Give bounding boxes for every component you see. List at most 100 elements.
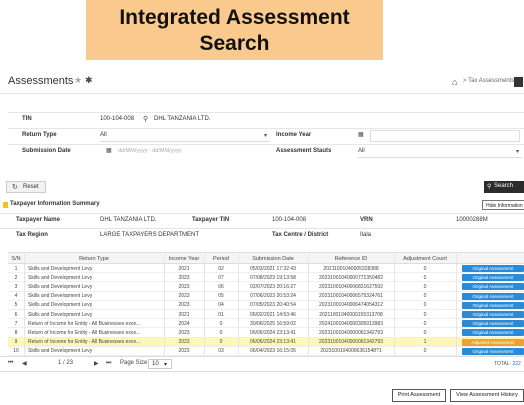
adjusted-assessment-button[interactable]: Adjusted Assessment [462,338,524,346]
cell-period: 0 [219,329,223,336]
chevron-down-icon[interactable]: ▾ [264,132,267,139]
view-assessment-history-button[interactable]: View Assessment History [450,389,524,402]
search-icon[interactable]: ⚲ [143,115,148,123]
cell-date: 07/05/2023 20:40:54 [250,302,296,309]
prev-page-icon[interactable]: ◀ [22,360,27,367]
assessment-status-select[interactable]: All [358,147,522,158]
calendar-icon[interactable]: ▦ [358,131,364,138]
original-assessment-button[interactable]: Original Assessment [462,347,524,355]
original-assessment-button[interactable]: Original Assessment [462,283,524,291]
cell-adj: 0 [423,329,427,336]
col-submission-date[interactable]: Submission Date [238,256,308,262]
cell-ref: 20231001040006575324761 [319,293,383,300]
submission-date-input[interactable]: dd/MM/yyyy - dd/MM/yyyy [116,146,276,158]
col-return-type[interactable]: Return Type [24,256,164,262]
cell-sn: 8 [14,329,18,336]
col-reference-id[interactable]: Reference ID [308,256,394,262]
income-year-input[interactable] [370,130,520,142]
page-size-select[interactable]: 10 ▾ [148,359,172,369]
table-row[interactable]: 6 Skills and Development Levy 2021 01 06/02/… [8,310,524,320]
cell-ref: 20231001040000061342793 [319,329,383,336]
cell-date: 06/06/2024 23:13:41 [250,329,296,336]
col-sn[interactable]: S/N [8,256,24,262]
pin-icon[interactable]: ✱ [85,75,93,86]
breadcrumb[interactable]: > Tax Assessments [463,78,514,84]
refresh-icon: ↻ [12,184,18,191]
print-assessment-button[interactable]: Print Assessment [392,389,446,402]
cell-ref: 20211001040000155313708 [319,311,383,318]
original-assessment-button[interactable]: Original Assessment [462,274,524,282]
return-type-value: All [100,132,107,138]
tax-region-label: Tax Region [16,232,48,238]
cell-period: 0 [219,339,223,346]
table-row[interactable]: 8 Return of Income for Entity - All Busin… [8,328,524,338]
original-assessment-button[interactable]: Original Assessment [462,320,524,328]
table-row[interactable]: 2 Skills and Development Levy 2023 07 07/08/… [8,273,524,283]
cell-type: Skills and Development Levy [28,293,93,300]
reset-button[interactable]: ↻ Reset [6,181,46,193]
cell-year: 2023 [178,329,190,336]
last-page-icon[interactable]: ⏭ [106,360,111,367]
taxpayer-tin-label: Taxpayer TIN [192,217,230,223]
cell-date: 07/06/2023 20:53:24 [250,293,296,300]
menu-button[interactable] [514,77,523,87]
original-assessment-button[interactable]: Original Assessment [462,292,524,300]
col-income-year[interactable]: Income Year [164,256,204,262]
tax-centre-label: Tax Centre / District [272,232,329,238]
original-assessment-button[interactable]: Original Assessment [462,311,524,318]
cell-year: 2023 [178,302,190,309]
page-size-value: 10 [152,361,159,367]
cell-period: 01 [218,311,224,318]
tin-label: TIN [22,116,32,122]
column-divider [204,252,205,356]
home-icon[interactable]: ⌂ [452,77,457,87]
taxpayer-tin: 100-104-008 [272,217,307,223]
cell-adj: 0 [423,265,427,272]
cell-type: Skills and Development Levy [28,302,93,309]
column-divider [394,252,395,356]
star-icon[interactable]: ★ [74,75,82,86]
cell-ref: 20231001040000061342793 [319,339,383,346]
cell-sn: 2 [14,274,18,281]
cell-ref: 20231001040000771350482 [319,274,383,281]
table-row[interactable]: 10 Skills and Development Levy 2023 03 06/04… [8,347,524,356]
cell-adj: 0 [423,348,427,355]
cell-period: 04 [218,302,224,309]
table-row[interactable]: 7 Return of Income for Entity - All Busin… [8,319,524,329]
cell-date: 07/08/2023 19:13:58 [250,274,296,281]
next-page-icon[interactable]: ▶ [94,360,99,367]
cell-sn: 1 [14,265,18,272]
table-row[interactable]: 1 Skills and Development Levy 2021 02 05/03/… [8,264,524,274]
column-divider [24,252,25,356]
original-assessment-button[interactable]: Original Assessment [462,265,524,272]
table-row[interactable]: 3 Skills and Development Levy 2023 06 02/07/… [8,282,524,292]
tin-row: TIN 100-104-008 ⚲ DHL TANZANIA LTD. [8,112,524,127]
cell-sn: 6 [14,311,18,318]
table-row[interactable]: 9 Return of Income for Entity - All Busin… [8,337,524,347]
cell-adj: 0 [423,302,427,309]
total-label: TOTAL: [494,361,512,367]
tin-field[interactable]: 100-104-008 [100,116,134,122]
taxpayer-name: DHL TANZANIA LTD. [100,217,157,223]
original-assessment-button[interactable]: Original Assessment [462,329,524,337]
table-row[interactable]: 4 Skills and Development Levy 2023 05 07/06/… [8,292,524,301]
summary-title: Taxpayer Information Summary [10,201,100,207]
hide-information-button[interactable]: Hide Information [482,200,524,210]
cell-type: Skills and Development Levy [28,283,93,290]
col-period[interactable]: Period [204,256,238,262]
cell-period: 0 [219,320,223,327]
cell-type: Skills and Development Levy [28,311,93,318]
cell-period: 06 [218,283,224,290]
cell-type: Skills and Development Levy [28,274,93,281]
col-adjustment-count[interactable]: Adjustment Count [394,256,456,262]
chevron-down-icon[interactable]: ▾ [516,148,519,155]
original-assessment-button[interactable]: Original Assessment [462,301,524,309]
return-type-select[interactable]: All [100,131,270,142]
table-row[interactable]: 5 Skills and Development Levy 2023 04 07/05/… [8,301,524,310]
search-button[interactable]: ⚲ Search [484,181,524,193]
cell-date: 02/07/2023 20:16:27 [250,283,296,290]
calendar-icon[interactable]: ▦ [106,147,112,154]
cell-sn: 10 [13,348,19,355]
total-count: TOTAL: 222 [494,361,521,367]
first-page-icon[interactable]: ⏮ [8,360,13,367]
